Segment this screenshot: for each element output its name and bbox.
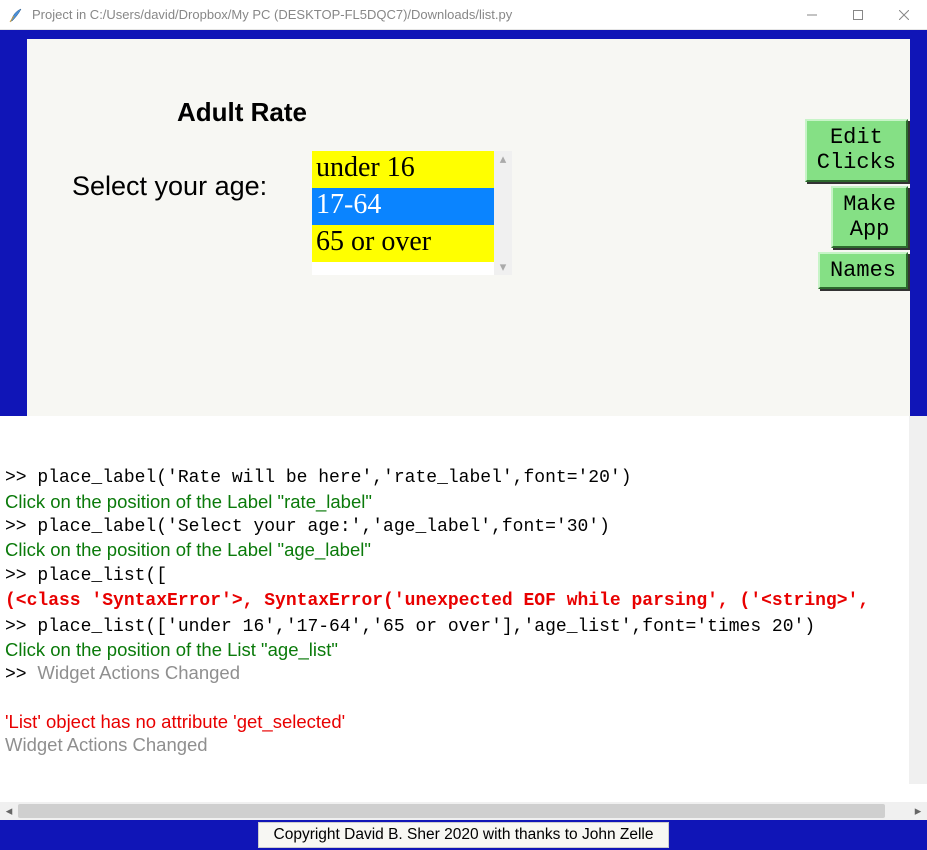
console-line — [5, 687, 925, 710]
console-line: >> place_list([ — [5, 562, 925, 588]
canvas-panel: Adult Rate Select your age: under 1617-6… — [27, 39, 910, 429]
age-list-item[interactable]: 65 or over — [312, 225, 494, 262]
console-line: Click on the position of the Label "age_… — [5, 538, 925, 561]
maximize-button[interactable] — [835, 0, 881, 30]
console-line: (<class 'SyntaxError'>, SyntaxError('une… — [5, 587, 925, 613]
console-line: 'List' object has no attribute 'get_sele… — [5, 710, 925, 733]
tk-feather-icon — [8, 7, 24, 23]
scroll-down-icon[interactable]: ▾ — [494, 259, 512, 275]
console-line: >> place_list(['under 16','17-64','65 or… — [5, 613, 925, 639]
console-line: >> place_label('Rate will be here','rate… — [5, 464, 925, 490]
console-output[interactable]: >> place_label('Rate will be here','rate… — [0, 416, 927, 802]
console-vscrollbar[interactable] — [909, 416, 927, 784]
scroll-up-icon[interactable]: ▴ — [494, 151, 512, 167]
rate-label: Adult Rate — [177, 97, 307, 128]
close-button[interactable] — [881, 0, 927, 30]
console-line: Widget Actions Changed — [5, 733, 925, 756]
age-list-scrollbar[interactable]: ▴ ▾ — [494, 151, 512, 275]
minimize-button[interactable] — [789, 0, 835, 30]
console-hscrollbar[interactable]: ◂ ▸ — [0, 802, 927, 820]
names-button[interactable]: Names — [818, 252, 908, 289]
console-line: >> place_label('Select your age:','age_l… — [5, 513, 925, 539]
make-app-button[interactable]: Make App — [831, 186, 908, 249]
console-panel: >> place_label('Rate will be here','rate… — [0, 416, 927, 820]
titlebar: Project in C:/Users/david/Dropbox/My PC … — [0, 0, 927, 30]
app-frame: Adult Rate Select your age: under 1617-6… — [0, 30, 927, 850]
scroll-thumb[interactable] — [18, 804, 885, 818]
scroll-left-icon[interactable]: ◂ — [0, 802, 18, 820]
console-line: Click on the position of the Label "rate… — [5, 490, 925, 513]
footer: Copyright David B. Sher 2020 with thanks… — [0, 820, 927, 850]
age-list-item[interactable]: 17-64 — [312, 188, 494, 225]
age-list-item[interactable]: under 16 — [312, 151, 494, 188]
console-line: Click on the position of the List "age_l… — [5, 638, 925, 661]
scroll-right-icon[interactable]: ▸ — [909, 802, 927, 820]
age-label: Select your age: — [72, 171, 267, 202]
console-line: >> Widget Actions Changed — [5, 661, 925, 687]
age-listbox[interactable]: under 1617-6465 or over ▴ ▾ — [312, 151, 512, 275]
copyright-label: Copyright David B. Sher 2020 with thanks… — [258, 822, 670, 848]
window-title: Project in C:/Users/david/Dropbox/My PC … — [32, 7, 512, 22]
edit-clicks-button[interactable]: Edit Clicks — [805, 119, 908, 182]
